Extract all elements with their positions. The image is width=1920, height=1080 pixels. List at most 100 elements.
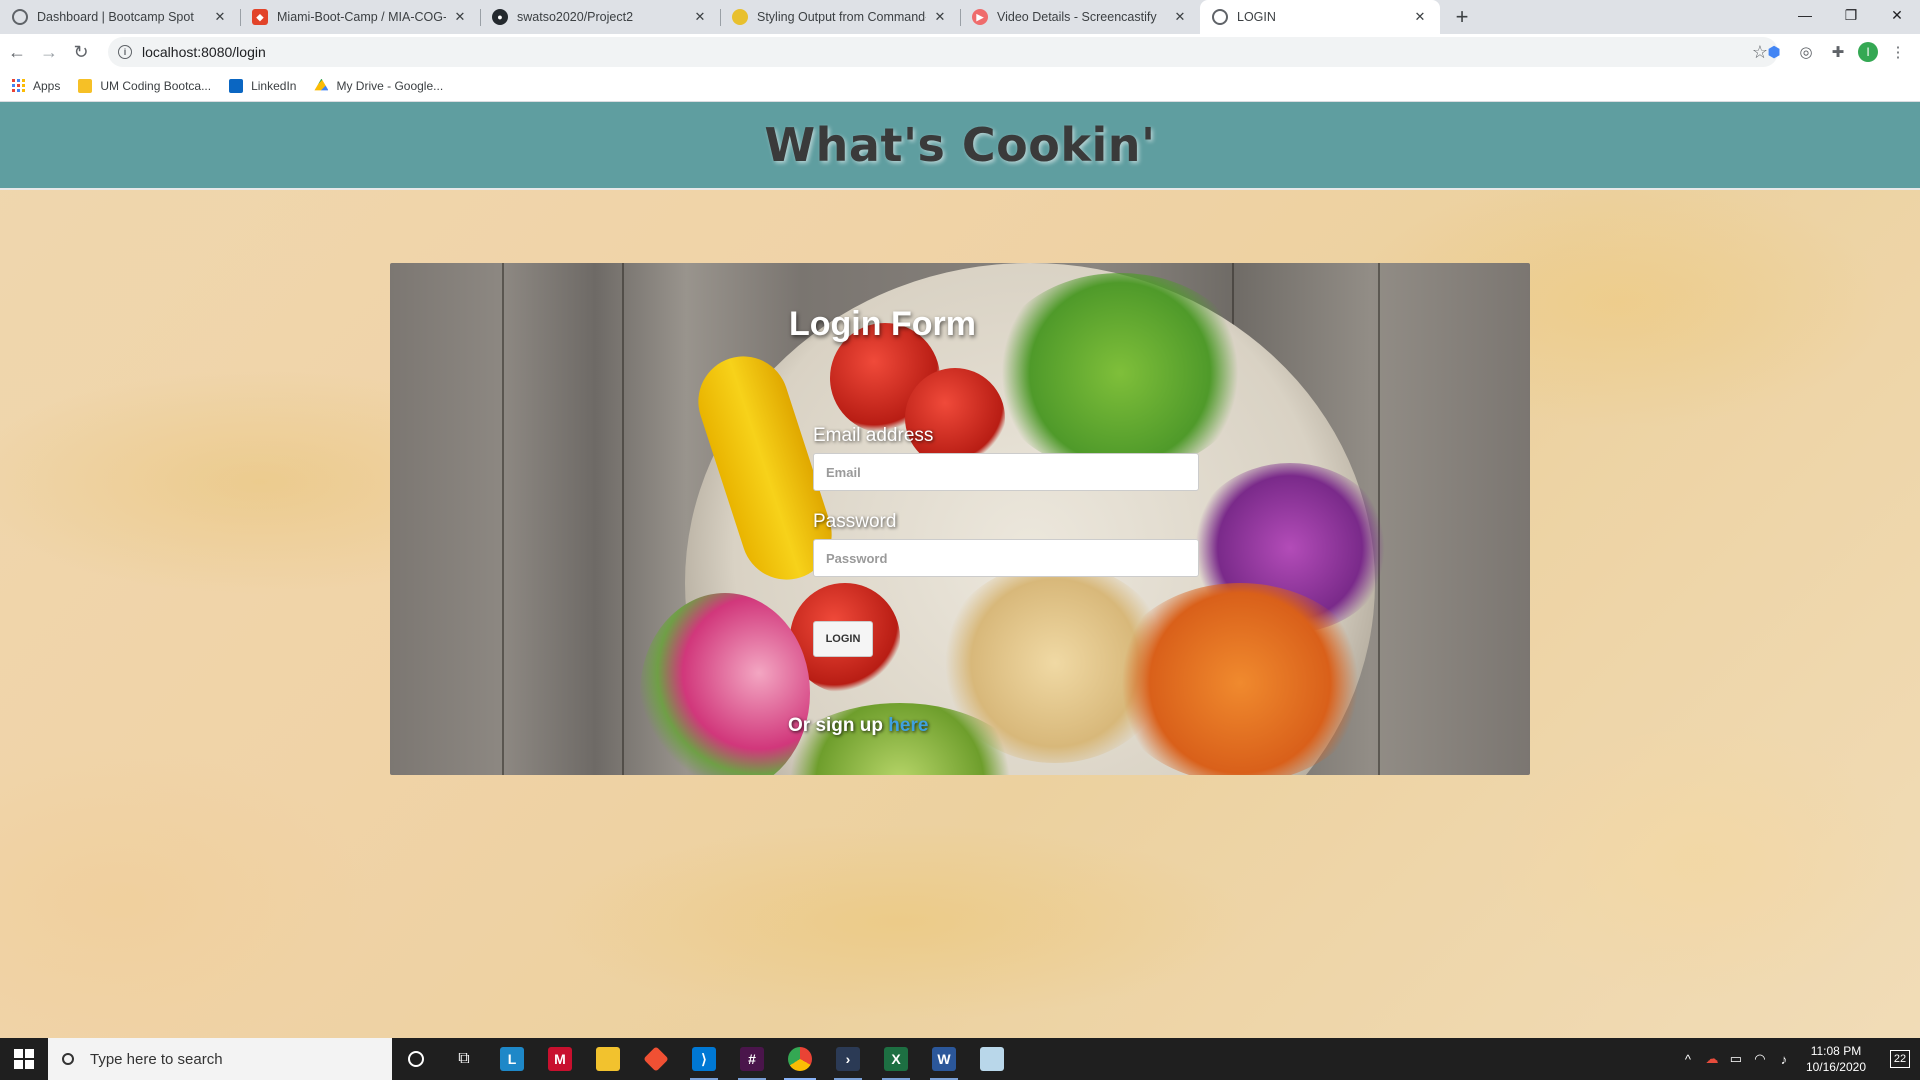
apps-grid-icon (12, 79, 25, 92)
close-window-button[interactable]: ✕ (1874, 0, 1920, 30)
new-tab-button[interactable]: + (1448, 3, 1476, 31)
lockdown-browser-icon[interactable]: L (488, 1038, 536, 1080)
tab-title: Dashboard | Bootcamp Spot (37, 10, 194, 24)
bookmark-linkedin[interactable]: LinkedIn (229, 78, 297, 93)
back-button[interactable]: ← (2, 37, 32, 67)
chevron-up-icon[interactable]: ^ (1676, 1052, 1700, 1067)
close-icon[interactable]: ✕ (932, 9, 948, 25)
chalk-icon (732, 9, 748, 25)
gitlab-icon: ◆ (252, 9, 268, 25)
tab-title: Video Details - Screencastify (997, 10, 1157, 24)
notification-count: 22 (1889, 1050, 1911, 1068)
close-icon[interactable]: ✕ (212, 9, 228, 25)
tab-github[interactable]: ● swatso2020/Project2 ✕ (480, 0, 720, 34)
email-field[interactable] (813, 453, 1199, 491)
battery-icon[interactable]: ▭ (1724, 1051, 1748, 1067)
search-placeholder: Type here to search (90, 1050, 223, 1068)
clock[interactable]: 11:08 PM 10/16/2020 (1806, 1043, 1866, 1075)
bookmark-apps[interactable]: Apps (12, 79, 60, 93)
form-title: Login Form (789, 305, 976, 343)
mcafee-icon[interactable]: M (536, 1038, 584, 1080)
info-icon[interactable]: i (118, 45, 132, 59)
terminal-icon[interactable]: › (824, 1038, 872, 1080)
tab-title: Miami-Boot-Camp / MIA-COG-F (277, 10, 446, 24)
restore-button[interactable]: ❐ (1828, 0, 1874, 30)
github-icon: ● (492, 9, 508, 25)
login-card: Login Form Email address Password LOGIN … (390, 263, 1530, 775)
password-field[interactable] (813, 539, 1199, 577)
bookmark-label: My Drive - Google... (336, 78, 444, 93)
tab-login[interactable]: LOGIN ✕ (1200, 0, 1440, 34)
reload-button[interactable]: ↻ (66, 37, 96, 67)
browser-toolbar: ← → ↻ i localhost:8080/login ☆ ⬢ ◎ ✚ I ⋮ (0, 34, 1920, 70)
close-icon[interactable]: ✕ (452, 9, 468, 25)
signup-text: Or sign up (788, 715, 889, 736)
notifications-button[interactable]: 22 (1880, 1038, 1920, 1080)
menu-icon[interactable]: ⋮ (1886, 37, 1910, 67)
forward-button[interactable]: → (34, 37, 64, 67)
notes-icon[interactable] (968, 1038, 1016, 1080)
taskbar: Type here to search ⧉ L M ⟩ # › X W ^ ☁ … (0, 1038, 1920, 1080)
screencastify-icon: ▶ (972, 9, 988, 25)
globe-icon (12, 9, 28, 25)
site-header: What's Cookin' (0, 102, 1920, 190)
task-view-icon[interactable]: ⧉ (440, 1038, 488, 1080)
vscode-icon[interactable]: ⟩ (680, 1038, 728, 1080)
login-button[interactable]: LOGIN (813, 621, 873, 657)
signup-link[interactable]: here (888, 715, 928, 736)
window-controls: — ❐ ✕ (1782, 0, 1920, 30)
bookmark-google-drive[interactable]: My Drive - Google... (314, 78, 444, 93)
bookmark-um-coding[interactable]: UM Coding Bootca... (78, 78, 212, 93)
tab-screencastify[interactable]: ▶ Video Details - Screencastify ✕ (960, 0, 1200, 34)
minimize-button[interactable]: — (1782, 0, 1828, 30)
extensions-area: ⬢ ◎ ✚ I ⋮ (1762, 37, 1910, 67)
site-title: What's Cookin' (764, 118, 1156, 172)
bookmarks-bar: Apps UM Coding Bootca... LinkedIn My Dri… (0, 70, 1920, 102)
cortana-icon[interactable] (392, 1038, 440, 1080)
volume-icon[interactable]: ♪ (1772, 1052, 1796, 1067)
start-button[interactable] (0, 1038, 48, 1080)
email-label: Email address (813, 425, 934, 446)
puzzle-icon[interactable]: ✚ (1826, 37, 1850, 67)
wifi-icon[interactable]: ◠ (1748, 1051, 1772, 1067)
address-bar[interactable]: i localhost:8080/login ☆ (108, 37, 1778, 67)
browser-tabstrip: Dashboard | Bootcamp Spot ✕ ◆ Miami-Boot… (0, 0, 1920, 34)
signup-prompt: Or sign up here (788, 715, 928, 737)
google-drive-icon (314, 78, 329, 91)
bookmark-label: Apps (33, 78, 61, 93)
folder-icon (78, 78, 93, 93)
bookmark-label: LinkedIn (251, 78, 297, 93)
tab-title: swatso2020/Project2 (517, 10, 634, 24)
tab-title: Styling Output from Command-l (757, 10, 926, 24)
profile-avatar[interactable]: I (1858, 42, 1878, 62)
windows-logo-icon (14, 1049, 34, 1069)
extension-icon[interactable]: ◎ (1794, 37, 1818, 67)
page-viewport: What's Cookin' Login Form Email address … (0, 102, 1920, 1038)
globe-icon (1212, 9, 1228, 25)
password-label: Password (813, 511, 897, 532)
login-form: Login Form Email address Password LOGIN … (390, 263, 1530, 775)
url-text[interactable]: localhost:8080/login (142, 44, 266, 60)
close-icon[interactable]: ✕ (1172, 9, 1188, 25)
clock-date: 10/16/2020 (1805, 1060, 1866, 1074)
tab-gitlab[interactable]: ◆ Miami-Boot-Camp / MIA-COG-F ✕ (240, 0, 480, 34)
system-tray: ^ ☁ ▭ ◠ ♪ 11:08 PM 10/16/2020 22 (1676, 1038, 1920, 1080)
excel-icon[interactable]: X (872, 1038, 920, 1080)
bookmark-label: UM Coding Bootca... (100, 78, 212, 93)
file-explorer-icon[interactable] (584, 1038, 632, 1080)
close-icon[interactable]: ✕ (1412, 9, 1428, 25)
tab-title: LOGIN (1237, 10, 1276, 24)
git-icon[interactable] (632, 1038, 680, 1080)
close-icon[interactable]: ✕ (692, 9, 708, 25)
chrome-icon[interactable] (776, 1038, 824, 1080)
clock-time: 11:08 PM (1810, 1044, 1862, 1058)
tab-bootcamp-spot[interactable]: Dashboard | Bootcamp Spot ✕ (0, 0, 240, 34)
slack-icon[interactable]: # (728, 1038, 776, 1080)
taskbar-search[interactable]: Type here to search (48, 1038, 392, 1080)
extension-icon[interactable]: ⬢ (1762, 37, 1786, 67)
onedrive-icon[interactable]: ☁ (1700, 1051, 1724, 1067)
tab-styling-output[interactable]: Styling Output from Command-l ✕ (720, 0, 960, 34)
search-icon (62, 1053, 74, 1065)
word-icon[interactable]: W (920, 1038, 968, 1080)
linkedin-icon (229, 78, 244, 93)
